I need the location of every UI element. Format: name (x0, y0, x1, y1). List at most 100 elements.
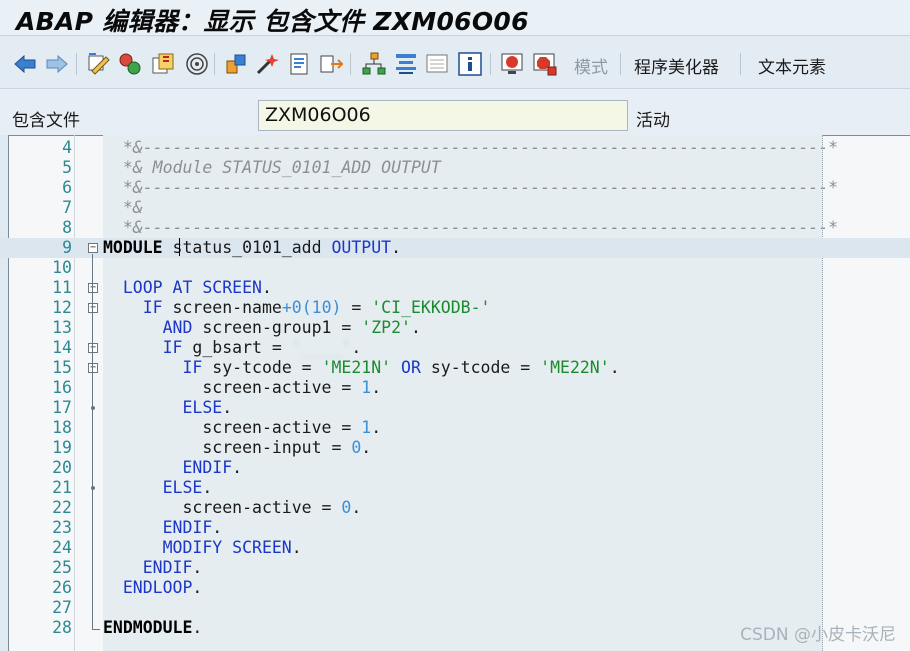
line-number: 16 (52, 378, 72, 397)
code-line[interactable]: 14 IF g_bsart = '____'. (0, 338, 910, 358)
line-number: 13 (52, 318, 72, 337)
include-field-label: 包含文件 (12, 111, 80, 131)
breakpoint-icon[interactable] (500, 51, 526, 77)
code-line[interactable]: 11 LOOP AT SCREEN. (0, 278, 910, 298)
code-token: ELSE (103, 478, 203, 497)
code-text: *& (103, 198, 143, 218)
navigate-icon[interactable] (318, 51, 344, 77)
help-icon[interactable] (457, 51, 483, 77)
toolbar-separator (350, 53, 351, 75)
status-label: 活动 (636, 111, 670, 131)
code-token: MODULE (103, 238, 163, 257)
code-token: screen-name (162, 298, 282, 317)
code-line[interactable]: 12 IF screen-name+0(10) = 'CI_EKKODB-' (0, 298, 910, 318)
code-line[interactable]: 22 screen-active = 0. (0, 498, 910, 518)
code-token: 'ME22N' (540, 358, 610, 377)
code-text: screen-active = 1. (103, 418, 381, 438)
code-line[interactable]: 5 *& Module STATUS_0101_ADD OUTPUT (0, 158, 910, 178)
code-line[interactable]: 6 *&------------------------------------… (0, 178, 910, 198)
collapse-block-icon[interactable] (88, 343, 98, 353)
code-line[interactable]: 10 (0, 258, 910, 278)
line-number: 12 (52, 298, 72, 317)
collapse-block-icon[interactable] (88, 243, 98, 253)
code-line[interactable]: 7 *& (0, 198, 910, 218)
code-token: . (212, 518, 223, 537)
line-number: 9 (62, 238, 72, 257)
code-token: . (609, 358, 620, 377)
fold-guide (92, 254, 93, 630)
active-inactive-icon[interactable] (117, 51, 143, 77)
code-token: 1 (361, 378, 372, 397)
code-token: ENDIF (103, 518, 213, 537)
code-token: 0 (351, 438, 362, 457)
code-line[interactable]: 21 ELSE. (0, 478, 910, 498)
stop-icon[interactable] (532, 51, 558, 77)
where-used-icon[interactable] (184, 51, 210, 77)
code-token: IF (103, 298, 163, 317)
code-line[interactable]: 17 ELSE. (0, 398, 910, 418)
include-name-field[interactable]: ZXM06O06 (258, 100, 628, 131)
other-object-icon[interactable] (150, 51, 176, 77)
code-token: *& Module STATUS_0101_ADD OUTPUT (103, 158, 441, 177)
collapse-block-icon[interactable] (88, 303, 98, 313)
collapse-block-icon[interactable] (88, 363, 98, 373)
test-icon[interactable] (287, 51, 313, 77)
code-line[interactable]: 4 *&------------------------------------… (0, 138, 910, 158)
line-number: 28 (52, 618, 72, 637)
code-line[interactable]: 15 IF sy-tcode = 'ME21N' OR sy-tcode = '… (0, 358, 910, 378)
code-line[interactable]: 25 ENDIF. (0, 558, 910, 578)
code-text: ENDIF. (103, 518, 223, 538)
code-token: 1 (361, 418, 372, 437)
code-line[interactable]: 8 *&------------------------------------… (0, 218, 910, 238)
code-line[interactable]: 20 ENDIF. (0, 458, 910, 478)
check-icon[interactable] (223, 51, 249, 77)
code-line[interactable]: 23 ENDIF. (0, 518, 910, 538)
code-line[interactable]: 9 MODULE status_0101_add OUTPUT. (0, 238, 910, 258)
display-change-icon[interactable] (86, 51, 112, 77)
line-number: 14 (52, 338, 72, 357)
code-token: screen-input = (103, 438, 352, 457)
object-list-icon[interactable] (393, 51, 419, 77)
enhance-icon[interactable] (424, 51, 450, 77)
code-text: MODIFY SCREEN. (103, 538, 302, 558)
code-text: ELSE. (103, 398, 232, 418)
line-number: 6 (62, 178, 72, 197)
code-token: . (351, 338, 362, 357)
back-icon[interactable] (12, 51, 38, 77)
code-line[interactable]: 13 AND screen-group1 = 'ZP2'. (0, 318, 910, 338)
code-token: AND (103, 318, 193, 337)
code-token: . (192, 578, 203, 597)
line-number: 24 (52, 538, 72, 557)
line-number: 20 (52, 458, 72, 477)
code-token: . (410, 318, 421, 337)
pretty-printer-button[interactable]: 程序美化器 (634, 53, 719, 78)
code-text: *& Module STATUS_0101_ADD OUTPUT (103, 158, 441, 178)
code-token: . (391, 238, 402, 257)
line-number: 8 (62, 218, 72, 237)
code-token: *& (103, 198, 143, 217)
activate-icon[interactable] (254, 51, 280, 77)
code-line[interactable]: 16 screen-active = 1. (0, 378, 910, 398)
code-token: ELSE (103, 398, 223, 417)
code-token: IF (103, 338, 183, 357)
hierarchy-icon[interactable] (361, 51, 387, 77)
code-line[interactable]: 18 screen-active = 1. (0, 418, 910, 438)
code-line[interactable]: 24 MODIFY SCREEN. (0, 538, 910, 558)
toolbar-separator (76, 53, 77, 75)
code-line[interactable]: 19 screen-input = 0. (0, 438, 910, 458)
code-line[interactable]: 27 (0, 598, 910, 618)
collapse-block-icon[interactable] (88, 283, 98, 293)
code-line[interactable]: 26 ENDLOOP. (0, 578, 910, 598)
forward-icon[interactable] (44, 51, 70, 77)
line-number: 17 (52, 398, 72, 417)
code-token: . (202, 478, 213, 497)
code-text: ENDMODULE. (103, 618, 202, 638)
application-toolbar: 模式 程序美化器 文本元素 (0, 37, 910, 89)
text-elements-button[interactable]: 文本元素 (758, 53, 826, 78)
line-number: 25 (52, 558, 72, 577)
mode-button: 模式 (574, 58, 608, 78)
code-text: ENDLOOP. (103, 578, 202, 598)
code-token: screen-active = (103, 418, 362, 437)
code-token: . (261, 278, 272, 297)
code-token: ENDIF (103, 558, 193, 577)
